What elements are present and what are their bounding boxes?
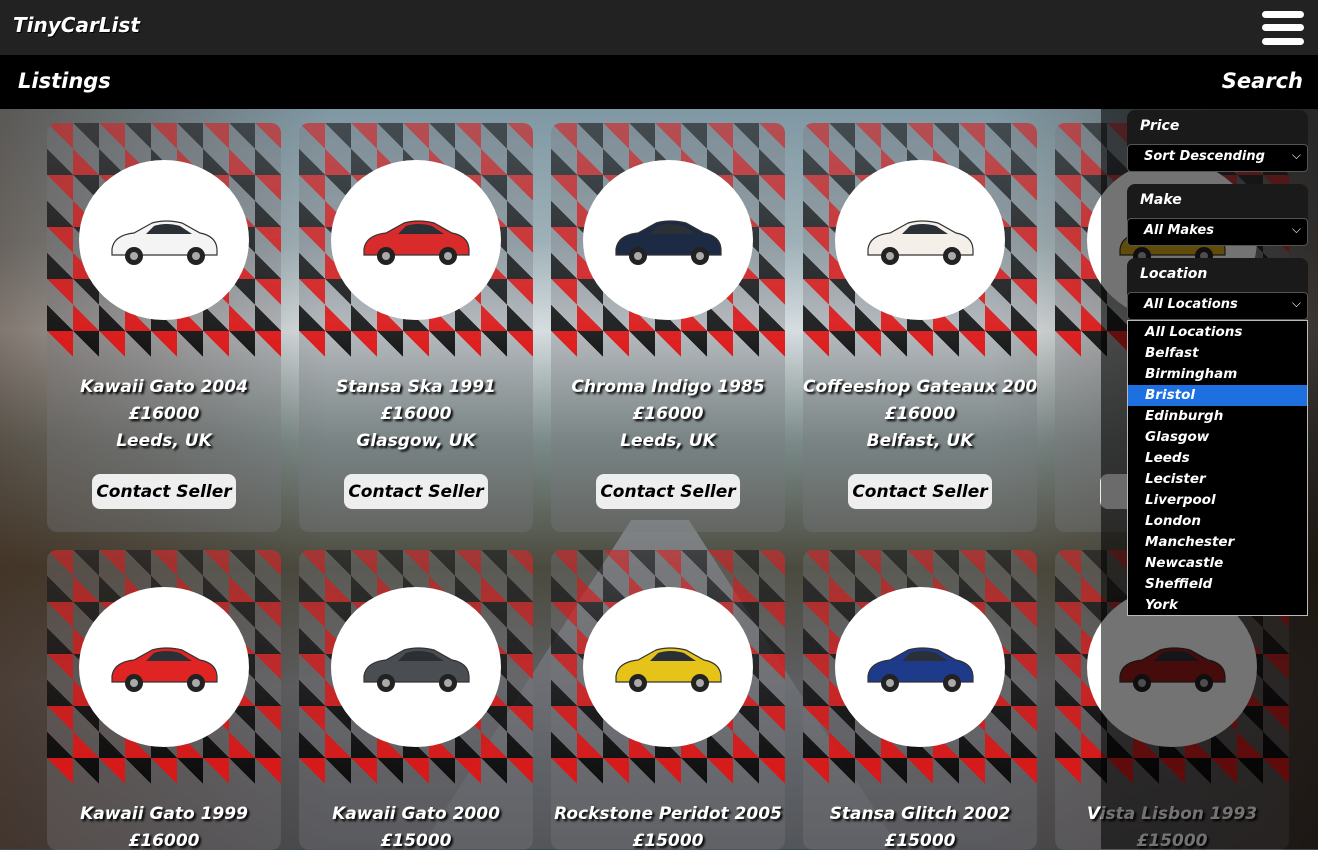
contact-seller-button[interactable]: Contact Seller	[92, 474, 236, 509]
location-option[interactable]: Edinburgh	[1128, 406, 1307, 427]
location-option[interactable]: Belfast	[1128, 343, 1307, 364]
listing-card: Chroma Indigo 1985 £16000 Leeds, UK Contact…	[551, 123, 785, 532]
car-image	[835, 160, 1005, 320]
price-sort-select[interactable]: Sort Descending ⌵	[1127, 144, 1308, 172]
location-option[interactable]: Manchester	[1128, 532, 1307, 553]
car-icon	[867, 647, 974, 692]
listing-card: Stansa Ska 1991 £16000 Glasgow, UK Contact …	[299, 123, 533, 532]
price-filter-label: Price	[1140, 118, 1180, 134]
listing-price: £15000	[884, 831, 956, 850]
contact-seller-button[interactable]: Contact Seller	[596, 474, 740, 509]
listing-card: Kawaii Gato 1999 £16000	[47, 550, 281, 850]
listing-card: Kawaii Gato 2004 £16000 Leeds, UK Contact S…	[47, 123, 281, 532]
location-option-label: Edinburgh	[1145, 408, 1224, 424]
location-option-label: Newcastle	[1145, 555, 1224, 571]
location-option-label: Liverpool	[1145, 492, 1216, 508]
listing-card: Stansa Glitch 2002 £15000	[803, 550, 1037, 850]
location-option[interactable]: York	[1128, 595, 1307, 616]
listing-title: Kawaii Gato 2000	[332, 804, 500, 824]
listing-title: Stansa Glitch 2002	[829, 804, 1011, 824]
location-option-label: Lecister	[1145, 471, 1206, 487]
contact-seller-button[interactable]: Contact Seller	[848, 474, 992, 509]
make-select-value: All Makes	[1144, 223, 1214, 238]
car-image	[79, 160, 249, 320]
listing-location: Glasgow, UK	[356, 431, 476, 451]
listing-title: Kawaii Gato 2004	[80, 377, 248, 397]
listing-price: £16000	[128, 831, 200, 850]
listing-title: Rockstone Peridot 2005	[554, 804, 782, 824]
listing-title: Chroma Indigo 1985	[571, 377, 765, 397]
price-filter: Price Sort Descending ⌵	[1127, 110, 1308, 172]
location-option-label: York	[1145, 597, 1178, 613]
listing-title: Stansa Ska 1991	[336, 377, 496, 397]
location-option-label: Leeds	[1145, 450, 1190, 466]
car-icon	[615, 220, 722, 265]
listing-price: £16000	[128, 404, 200, 424]
listing-price: £15000	[380, 831, 452, 850]
location-option[interactable]: Birmingham	[1128, 364, 1307, 385]
location-select[interactable]: All Locations ⌵	[1127, 292, 1308, 320]
location-option-label: All Locations	[1145, 324, 1243, 340]
car-icon	[867, 220, 974, 265]
location-option[interactable]: Sheffield	[1128, 574, 1307, 595]
listing-price: £16000	[380, 404, 452, 424]
car-image	[583, 587, 753, 747]
listing-price: £16000	[632, 404, 704, 424]
listing-card: Coffeeshop Gateaux 2006 £16000 Belfast, UK…	[803, 123, 1037, 532]
listing-price: £16000	[884, 404, 956, 424]
chevron-down-icon: ⌵	[1291, 148, 1301, 162]
car-image	[583, 160, 753, 320]
location-option-label: London	[1145, 513, 1202, 529]
location-option[interactable]: Leeds	[1128, 448, 1307, 469]
listing-title: Coffeeshop Gateaux 2006	[803, 377, 1037, 397]
location-option[interactable]: Lecister	[1128, 469, 1307, 490]
location-option-label: Sheffield	[1145, 576, 1213, 592]
car-image	[835, 587, 1005, 747]
chevron-down-icon: ⌵	[1291, 222, 1301, 236]
top-navbar: TinyCarList	[0, 0, 1318, 55]
location-option[interactable]: Glasgow	[1128, 427, 1307, 448]
car-icon	[363, 647, 470, 692]
hamburger-menu-icon[interactable]	[1262, 11, 1304, 45]
chevron-down-icon: ⌵	[1291, 296, 1301, 310]
car-icon	[111, 220, 218, 265]
location-select-value: All Locations	[1144, 297, 1238, 312]
sub-header: Listings Search	[0, 55, 1318, 109]
car-icon	[615, 647, 722, 692]
location-option-label: Manchester	[1145, 534, 1235, 550]
car-icon	[111, 647, 218, 692]
location-option[interactable]: Newcastle	[1128, 553, 1307, 574]
car-image	[331, 587, 501, 747]
location-option[interactable]: Liverpool	[1128, 490, 1307, 511]
make-filter: Make All Makes ⌵	[1127, 184, 1308, 246]
location-option[interactable]: All Locations	[1128, 322, 1307, 343]
listing-location: Leeds, UK	[116, 431, 212, 451]
listing-price: £15000	[632, 831, 704, 850]
listing-location: Belfast, UK	[866, 431, 974, 451]
price-sort-value: Sort Descending	[1144, 149, 1265, 164]
make-filter-label: Make	[1140, 192, 1182, 208]
listing-location: Leeds, UK	[620, 431, 716, 451]
location-option-label: Belfast	[1145, 345, 1199, 361]
location-filter: Location All Locations ⌵	[1127, 258, 1308, 320]
car-image	[79, 587, 249, 747]
brand-logo[interactable]: TinyCarList	[13, 13, 140, 37]
listing-card: Rockstone Peridot 2005 £15000	[551, 550, 785, 850]
contact-seller-button[interactable]: Contact Seller	[344, 474, 488, 509]
location-option-label: Birmingham	[1145, 366, 1238, 382]
listing-card: Kawaii Gato 2000 £15000	[299, 550, 533, 850]
location-option[interactable]: London	[1128, 511, 1307, 532]
search-toggle[interactable]: Search	[1222, 69, 1303, 93]
car-image	[331, 160, 501, 320]
location-option[interactable]: Bristol	[1128, 385, 1307, 406]
location-option-label: Bristol	[1145, 387, 1195, 403]
make-select[interactable]: All Makes ⌵	[1127, 218, 1308, 246]
location-option-label: Glasgow	[1145, 429, 1210, 445]
car-icon	[363, 220, 470, 265]
location-filter-label: Location	[1140, 266, 1208, 282]
location-dropdown-list[interactable]: All Locations Belfast Birmingham Bristol Edi…	[1127, 320, 1308, 616]
listings-heading: Listings	[18, 69, 111, 93]
listing-title: Kawaii Gato 1999	[80, 804, 248, 824]
